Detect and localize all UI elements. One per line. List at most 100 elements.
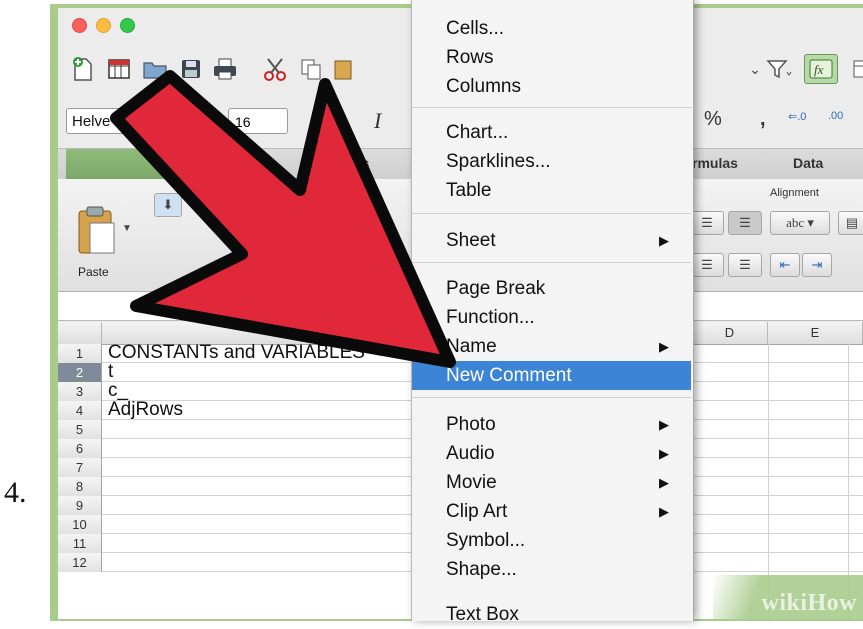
menu-item[interactable]: Movie ▶ <box>412 468 691 497</box>
row-header[interactable]: 1 <box>58 344 102 363</box>
menu-item[interactable]: Audio ▶ <box>412 439 691 468</box>
increase-indent-icon[interactable]: ⇥ <box>802 253 832 277</box>
row-header[interactable]: 11 <box>58 534 102 553</box>
menu-item[interactable]: Page Break <box>412 274 691 303</box>
paste-clipboard-icon[interactable] <box>76 205 118 257</box>
new-document-icon[interactable] <box>68 54 98 84</box>
copy-icon[interactable] <box>296 54 326 84</box>
gallery-icon[interactable] <box>104 54 134 84</box>
save-icon[interactable] <box>176 54 206 84</box>
filter-icon[interactable] <box>764 54 794 84</box>
align-right-icon[interactable]: ☰ <box>728 211 762 235</box>
menu-item[interactable]: Sheet ▶ <box>412 226 691 255</box>
select-all-corner[interactable] <box>58 322 102 344</box>
menu-separator <box>412 262 691 263</box>
row-header[interactable]: 5 <box>58 420 102 439</box>
row-header[interactable]: 10 <box>58 515 102 534</box>
menu-item[interactable]: New Comment <box>412 361 691 390</box>
row-header[interactable]: 7 <box>58 458 102 477</box>
percent-button[interactable]: % <box>704 108 722 131</box>
menu-item[interactable]: Table <box>412 176 691 205</box>
comma-button[interactable]: , <box>760 108 766 131</box>
toolbox-icon[interactable] <box>848 54 863 84</box>
menu-item-label: Chart... <box>446 122 509 143</box>
menu-item[interactable]: Chart... <box>412 118 691 147</box>
fill-icon[interactable]: ⬇ <box>154 193 182 217</box>
menu-item-label: Clip Art <box>446 501 508 522</box>
italic-button[interactable]: I <box>374 108 381 134</box>
merge-icon[interactable]: ▤ <box>838 211 863 235</box>
watermark: wikiHow <box>713 575 863 619</box>
font-name-value: Helve <box>72 113 111 130</box>
menu-item-label: Text Box <box>446 604 519 625</box>
menu-item-label: Shape... <box>446 559 517 580</box>
cell-a[interactable]: AdjRows <box>108 399 183 421</box>
paste-small-icon[interactable] <box>328 54 358 84</box>
row-header[interactable]: 8 <box>58 477 102 496</box>
menu-separator <box>412 107 691 108</box>
menu-item[interactable]: Name ▶ <box>412 332 691 361</box>
menu-item-label: Function... <box>446 307 535 328</box>
row-header[interactable]: 2 <box>58 363 102 382</box>
column-header-e[interactable]: E <box>768 322 863 344</box>
menu-item-label: Symbol... <box>446 530 526 551</box>
menu-item-label: Table <box>446 180 492 201</box>
decrease-indent-icon[interactable]: ⇤ <box>770 253 800 277</box>
paste-options-chevron-icon[interactable]: ▼ <box>122 223 132 234</box>
distribute-icon[interactable]: ☰ <box>728 253 762 277</box>
row-header[interactable]: 12 <box>58 553 102 572</box>
menu-separator <box>412 397 691 398</box>
menu-separator <box>412 213 691 214</box>
menu-item-label: New Comment <box>446 365 572 386</box>
submenu-arrow-icon: ▶ <box>659 417 669 432</box>
submenu-arrow-icon: ▶ <box>659 339 669 354</box>
tab-home[interactable] <box>66 149 166 179</box>
menu-item[interactable]: Sparklines... <box>412 147 691 176</box>
menu-item[interactable]: Symbol... <box>412 526 691 555</box>
tab-formulas[interactable]: rmulas <box>692 155 738 171</box>
cut-icon[interactable] <box>260 54 290 84</box>
tab-layout[interactable]: Layout <box>226 155 272 171</box>
increase-decimal-button[interactable]: ⇐.0 <box>788 110 806 123</box>
row-header[interactable]: 3 <box>58 382 102 401</box>
close-window-button[interactable] <box>72 18 87 33</box>
tab-data[interactable]: Data <box>793 155 823 171</box>
row-header[interactable]: 6 <box>58 439 102 458</box>
menu-item[interactable]: Text Box <box>412 600 691 629</box>
align-center-icon[interactable]: ☰ <box>690 211 724 235</box>
menu-item-label: Columns <box>446 76 521 97</box>
menu-item[interactable]: Columns <box>412 72 691 101</box>
menu-item[interactable]: Function... <box>412 303 691 332</box>
menu-item-label: Movie <box>446 472 497 493</box>
menu-item-label: Name <box>446 336 497 357</box>
tab-tables[interactable]: Tables <box>326 155 369 171</box>
zoom-window-button[interactable] <box>120 18 135 33</box>
submenu-arrow-icon: ▶ <box>659 233 669 248</box>
menu-item[interactable]: Clip Art ▶ <box>412 497 691 526</box>
row-header[interactable]: 4 <box>58 401 102 420</box>
wrap-text-button[interactable]: abc ▾ <box>770 211 830 235</box>
submenu-arrow-icon: ▶ <box>659 504 669 519</box>
menu-item-label: Rows <box>446 47 494 68</box>
cell-a[interactable]: CONSTANTs and VARIABLES <box>108 342 365 364</box>
chevron-down-icon[interactable]: ▼ <box>181 109 200 133</box>
menu-item[interactable]: Shape... <box>412 555 691 584</box>
menu-item[interactable]: Rows <box>412 43 691 72</box>
menu-item[interactable]: Photo ▶ <box>412 410 691 439</box>
alignment-group-label: Alignment <box>770 187 819 199</box>
minimize-window-button[interactable] <box>96 18 111 33</box>
submenu-arrow-icon: ▶ <box>659 446 669 461</box>
bold-button[interactable]: B <box>328 108 343 134</box>
menu-item-label: Sheet <box>446 230 496 251</box>
font-name-field[interactable]: Helve ▼ <box>66 108 201 134</box>
row-header[interactable]: 9 <box>58 496 102 515</box>
menu-item[interactable]: Cells... <box>412 14 691 43</box>
column-header-d[interactable]: D <box>692 322 768 344</box>
function-builder-icon[interactable]: fx <box>804 54 838 84</box>
insert-menu: Cells... Rows Columns Chart... Sparklines...… <box>411 0 694 625</box>
justify-icon[interactable]: ☰ <box>690 253 724 277</box>
font-size-field[interactable]: 16 <box>228 108 288 134</box>
decrease-decimal-button[interactable]: .00 <box>828 110 843 122</box>
print-icon[interactable] <box>210 54 240 84</box>
open-folder-icon[interactable] <box>140 54 170 84</box>
